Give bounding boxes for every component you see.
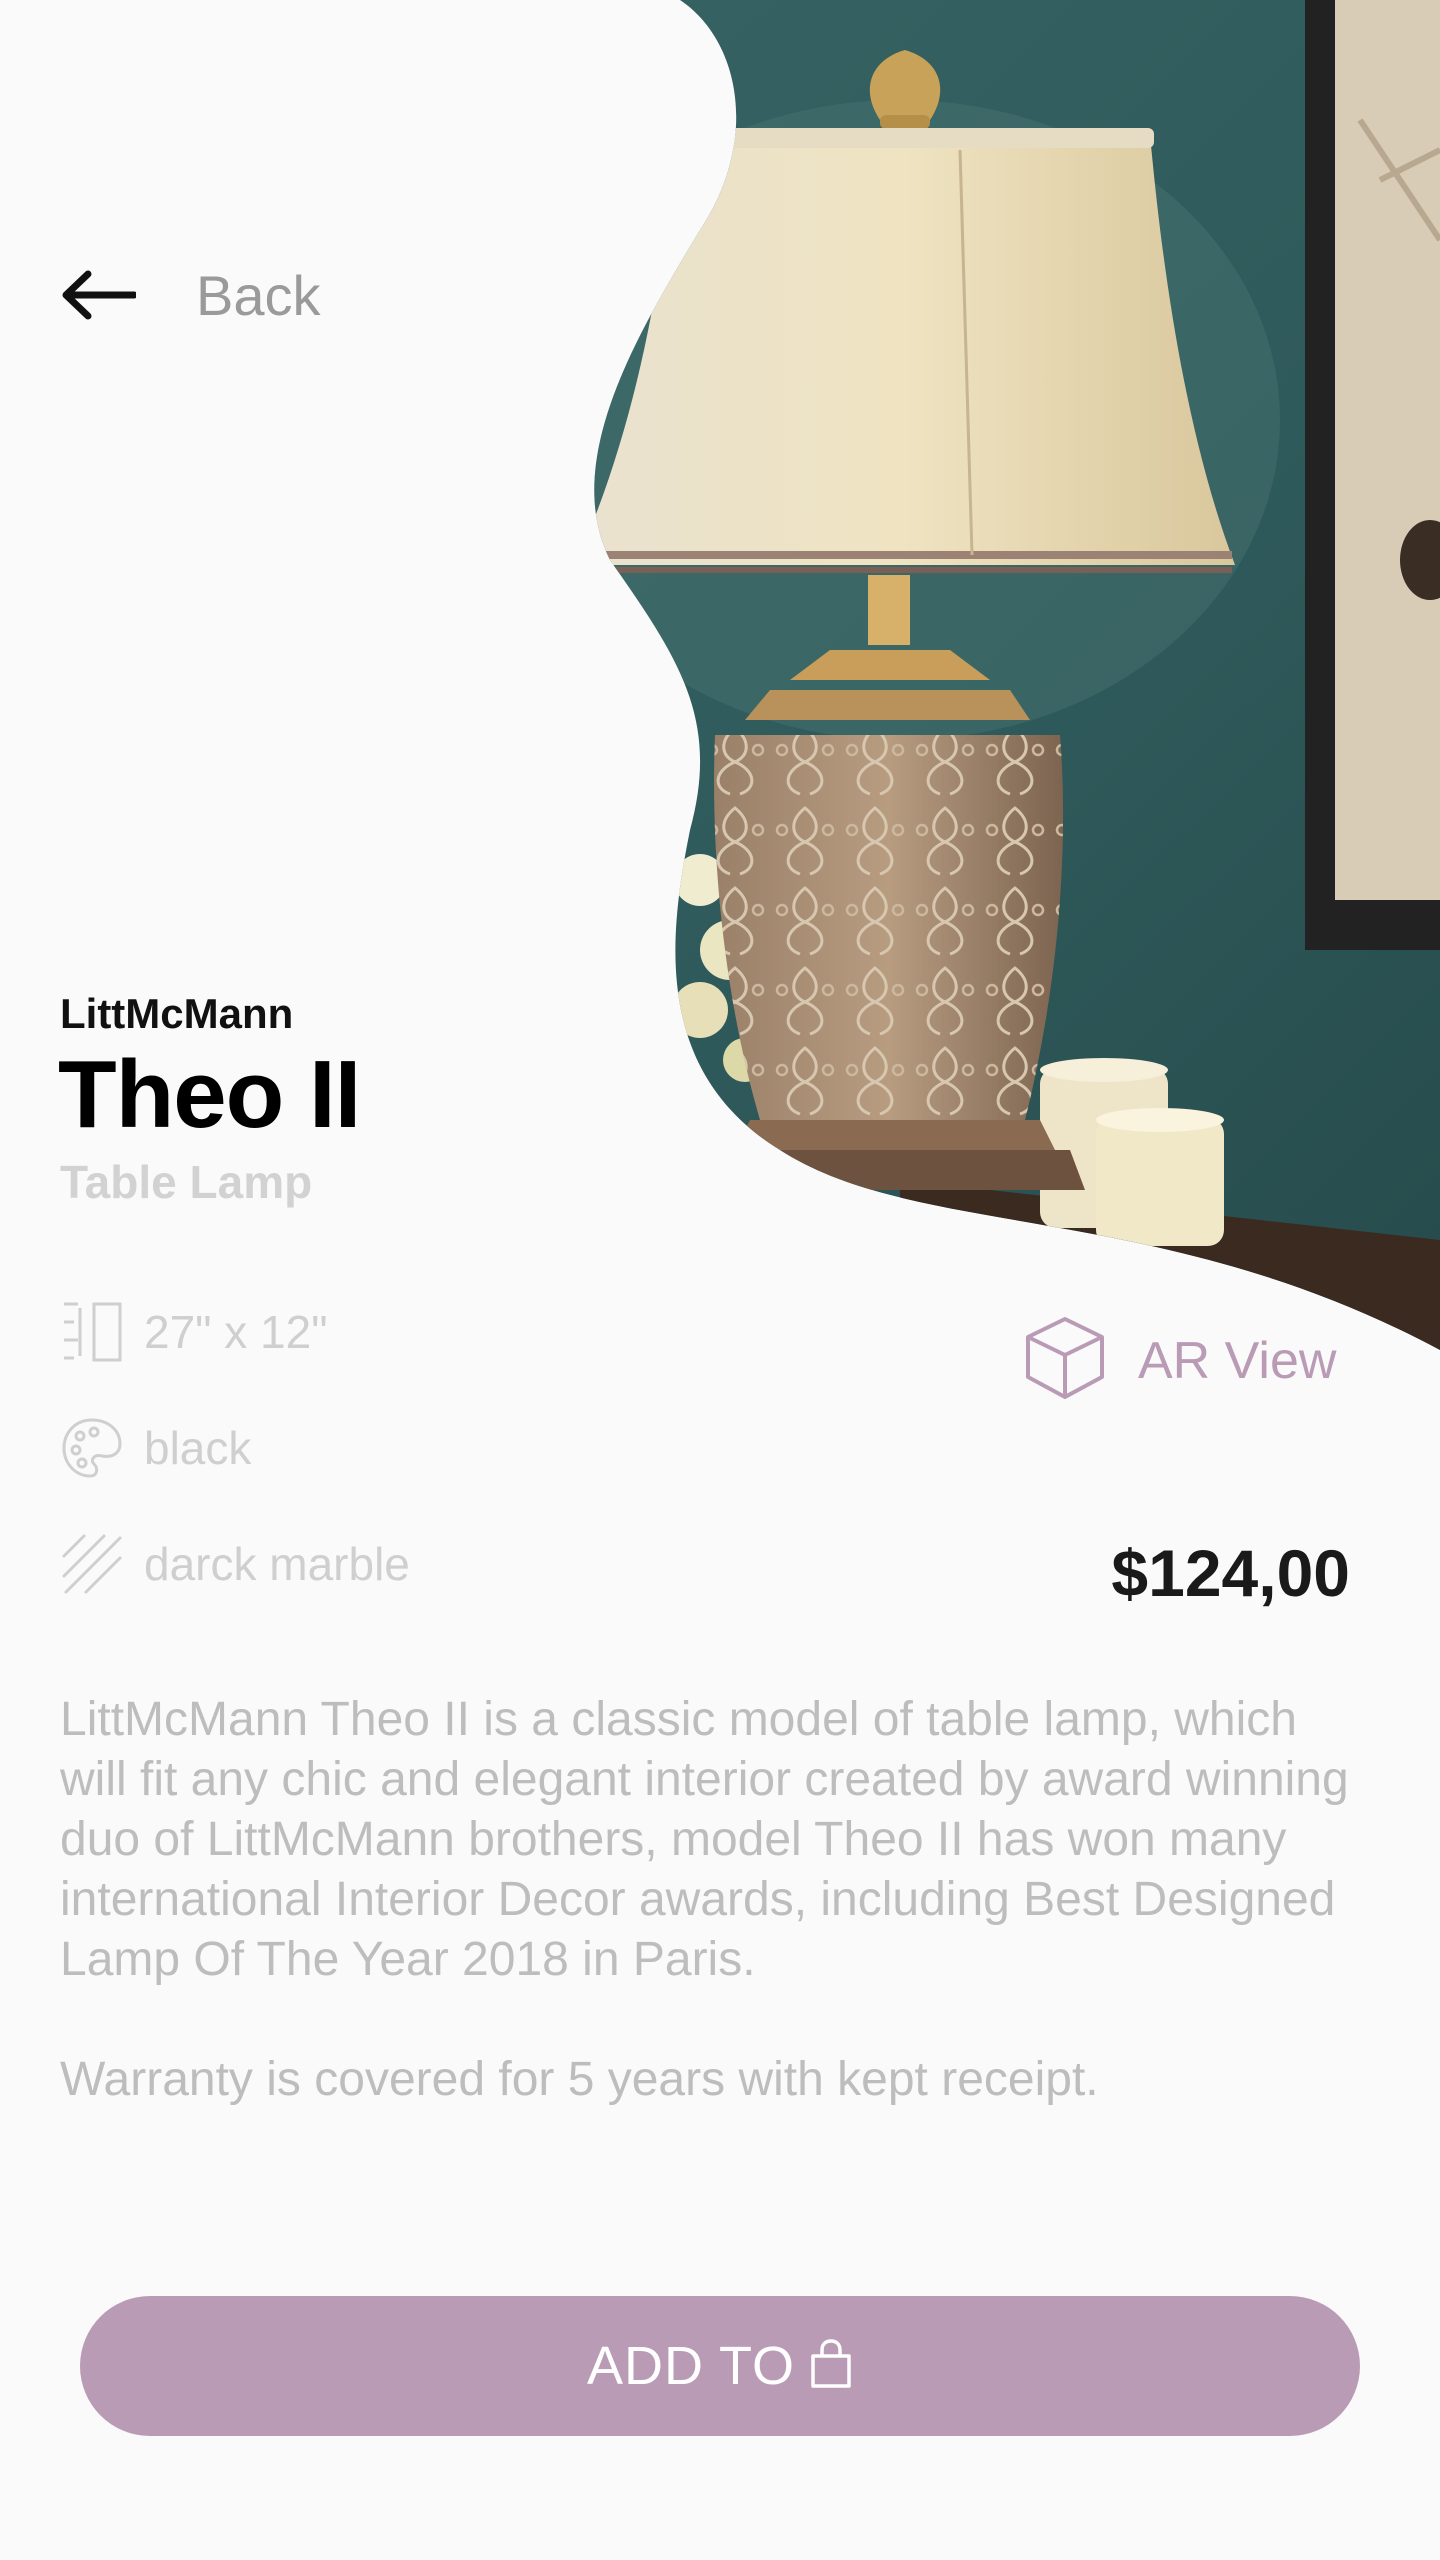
add-to-cart-button[interactable]: ADD TO — [80, 2296, 1360, 2436]
product-title: Theo II — [58, 1041, 361, 1148]
ar-view-button[interactable]: AR View — [1022, 1315, 1336, 1406]
product-price: $124,00 — [1111, 1536, 1350, 1610]
add-to-cart-label: ADD TO — [586, 2336, 796, 2396]
description-paragraph: LittMcMann Theo II is a classic model of… — [60, 1693, 1349, 1986]
dimensions-icon — [60, 1300, 124, 1364]
arrow-left-icon — [60, 270, 136, 320]
product-description: LittMcMann Theo II is a classic model of… — [60, 1690, 1360, 2110]
spec-color-text: black — [144, 1422, 252, 1474]
cube-icon — [1022, 1315, 1108, 1406]
spec-material: darck marble — [60, 1529, 410, 1599]
material-icon — [60, 1532, 124, 1596]
warranty-text: Warranty is covered for 5 years with kep… — [60, 2053, 1099, 2106]
spec-dimensions: 27" x 12" — [60, 1297, 328, 1367]
ar-view-label: AR View — [1138, 1331, 1337, 1390]
palette-icon — [60, 1416, 124, 1480]
product-category: Table Lamp — [60, 1156, 313, 1208]
spec-dimensions-text: 27" x 12" — [144, 1306, 328, 1358]
spec-color: black — [60, 1413, 251, 1483]
back-button[interactable]: Back — [60, 255, 321, 335]
product-brand: LittMcMann — [60, 990, 294, 1037]
back-label: Back — [196, 263, 321, 327]
shopping-bag-icon — [795, 2338, 853, 2395]
spec-material-text: darck marble — [144, 1538, 410, 1590]
